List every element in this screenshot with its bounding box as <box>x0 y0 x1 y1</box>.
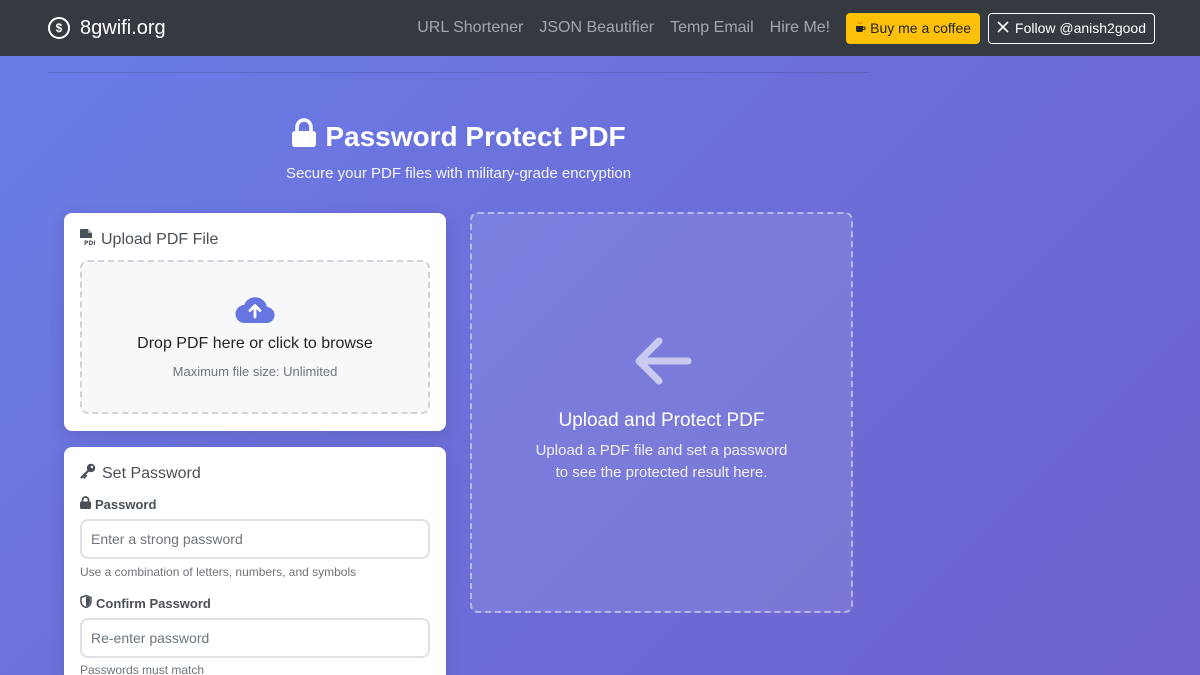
svg-text:PDF: PDF <box>84 240 95 246</box>
nav-link-json-beautifier[interactable]: JSON Beautifier <box>539 19 654 37</box>
arrow-left-icon <box>632 335 692 392</box>
page-title-text: Password Protect PDF <box>325 120 626 152</box>
divider <box>48 72 869 73</box>
brand-logo-icon: $ <box>48 17 70 39</box>
nav-link-url-shortener[interactable]: URL Shortener <box>417 19 523 37</box>
key-icon <box>80 463 96 484</box>
password-help: Use a combination of letters, numbers, a… <box>80 565 357 579</box>
upload-card-header: PDF Upload PDF File <box>80 229 218 251</box>
follow-label: Follow @anish2good <box>1015 20 1146 36</box>
nav-link-temp-email[interactable]: Temp Email <box>670 19 754 37</box>
nav-link-hire-me[interactable]: Hire Me! <box>770 19 830 37</box>
result-panel: Upload and Protect PDF Upload a PDF file… <box>470 212 853 613</box>
password-input[interactable] <box>80 519 430 559</box>
lock-small-icon <box>80 496 91 512</box>
confirm-password-label: Confirm Password <box>80 594 211 611</box>
shield-icon <box>80 594 92 611</box>
confirm-password-label-text: Confirm Password <box>96 595 211 611</box>
result-description: Upload a PDF file and set a password to … <box>472 440 851 484</box>
x-logo-icon <box>997 20 1009 36</box>
result-title: Upload and Protect PDF <box>558 410 765 431</box>
result-description-line1: Upload a PDF file and set a password <box>535 442 788 459</box>
page-subtitle: Secure your PDF files with military-grad… <box>285 165 632 182</box>
pdf-dropzone[interactable]: Drop PDF here or click to browse Maximum… <box>80 260 430 414</box>
navbar: $ 8gwifi.org URL Shortener JSON Beautifi… <box>0 0 1200 56</box>
dropzone-subtitle: Maximum file size: Unlimited <box>172 364 338 379</box>
confirm-password-help: Passwords must match <box>80 663 205 675</box>
password-label: Password <box>80 496 156 512</box>
password-label-text: Password <box>95 496 157 512</box>
cloud-upload-icon <box>235 294 275 329</box>
buy-coffee-label: Buy me a coffee <box>870 20 972 36</box>
brand-name: 8gwifi.org <box>80 16 166 39</box>
result-description-line2: to see the protected result here. <box>555 464 768 481</box>
nav-links: URL Shortener JSON Beautifier Temp Email… <box>417 0 1155 56</box>
follow-button[interactable]: Follow @anish2good <box>988 12 1155 44</box>
brand-link[interactable]: $ 8gwifi.org <box>48 0 166 56</box>
coffee-icon <box>855 20 866 36</box>
password-card-header: Set Password <box>80 463 201 484</box>
password-card: Set Password Password Use a combination … <box>64 447 446 675</box>
hero: Password Protect PDF Secure your PDF fil… <box>48 118 869 182</box>
page-title: Password Protect PDF <box>48 118 869 155</box>
upload-card: PDF Upload PDF File Drop PDF here or cli… <box>64 213 446 431</box>
confirm-password-input[interactable] <box>80 618 430 658</box>
lock-icon <box>291 118 317 155</box>
dropzone-title: Drop PDF here or click to browse <box>137 335 373 352</box>
password-card-title: Set Password <box>102 464 201 482</box>
pdf-file-icon: PDF <box>80 229 97 251</box>
buy-coffee-button[interactable]: Buy me a coffee <box>846 12 981 44</box>
upload-card-title: Upload PDF File <box>101 231 219 248</box>
